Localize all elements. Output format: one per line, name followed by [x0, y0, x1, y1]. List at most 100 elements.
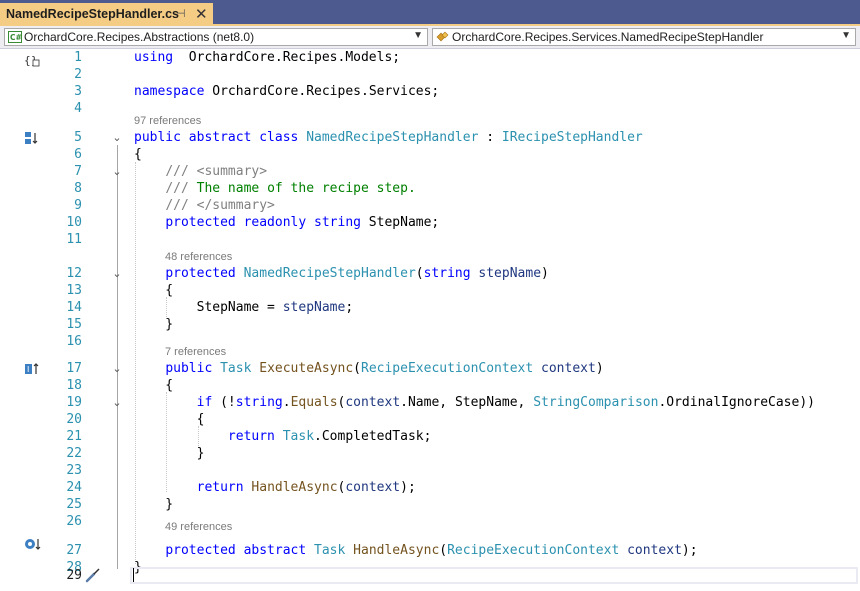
- code-token: The name of the recipe step.: [188, 181, 416, 196]
- fold-chevron-icon[interactable]: ⌄: [111, 394, 123, 411]
- code-line[interactable]: 1 using OrchardCore.Recipes.Models;: [0, 49, 860, 66]
- code-text: public Task ExecuteAsync(RecipeExecution…: [134, 360, 604, 377]
- code-line[interactable]: 19 ⌄ if (!string.Equals(context.Name, Ste…: [0, 394, 860, 411]
- code-editor[interactable]: { } I 97 r: [0, 49, 860, 591]
- code-line[interactable]: 22 }: [0, 445, 860, 462]
- code-line[interactable]: 14 StepName = stepName;: [0, 299, 860, 316]
- code-token: stepName: [282, 300, 346, 315]
- line-number: 10: [66, 215, 82, 230]
- code-line[interactable]: 18 {: [0, 377, 860, 394]
- pin-tab-icon[interactable]: ⊣: [176, 7, 186, 20]
- code-line[interactable]: 24 return HandleAsync(context);: [0, 479, 860, 496]
- code-line[interactable]: 15 }: [0, 316, 860, 333]
- code-line[interactable]: 6{: [0, 146, 860, 163]
- code-token: context: [541, 361, 596, 376]
- code-text: public abstract class NamedRecipeStepHan…: [134, 129, 643, 146]
- code-line[interactable]: 21 return Task.CompletedTask;: [0, 428, 860, 445]
- code-line[interactable]: 26: [0, 513, 860, 530]
- code-token: OrchardCore.Recipes.Models;: [173, 50, 401, 65]
- code-line[interactable]: 13 {: [0, 282, 860, 299]
- line-number: 15: [66, 317, 82, 332]
- code-line[interactable]: 7 ⌄ /// <summary>: [0, 163, 860, 180]
- code-token: .OrdinalIgnoreCase)): [658, 395, 815, 410]
- fold-chevron-icon[interactable]: ⌄: [111, 265, 123, 282]
- tab-title[interactable]: NamedRecipeStepHandler.cs: [6, 7, 179, 21]
- code-text: {: [134, 411, 205, 428]
- fold-chevron-icon[interactable]: ⌄: [111, 163, 123, 180]
- line-number: 8: [74, 181, 82, 196]
- code-line[interactable]: 23: [0, 462, 860, 479]
- code-token: {: [134, 412, 205, 427]
- code-token: .CompletedTask;: [314, 429, 432, 444]
- code-token: /// <summary>: [165, 164, 268, 179]
- code-line[interactable]: 9 /// </summary>: [0, 197, 860, 214]
- line-number: 11: [66, 232, 82, 247]
- code-token: ): [595, 361, 604, 376]
- code-line[interactable]: 25 }: [0, 496, 860, 513]
- code-token: }: [134, 446, 205, 461]
- code-token: /// </summary>: [165, 198, 275, 213]
- line-number: 14: [66, 300, 82, 315]
- line-number: 21: [66, 429, 82, 444]
- code-token: public: [165, 361, 213, 376]
- code-token: Equals: [290, 395, 338, 410]
- line-number: 24: [66, 480, 82, 495]
- code-text: }: [134, 316, 173, 333]
- code-line[interactable]: 17 ⌄ public Task ExecuteAsync(RecipeExecu…: [0, 360, 860, 377]
- code-text: protected abstract Task HandleAsync(Reci…: [134, 542, 697, 559]
- code-token: NamedRecipeStepHandler: [306, 130, 479, 145]
- line-number: 5: [74, 130, 82, 145]
- code-token: protected: [165, 266, 236, 281]
- code-lens-references[interactable]: 97 references: [134, 115, 201, 129]
- code-line[interactable]: 10 protected readonly string StepName;: [0, 214, 860, 231]
- code-line[interactable]: 16: [0, 333, 860, 350]
- code-line[interactable]: 5 ⌄ public abstract class NamedRecipeStepH…: [0, 129, 860, 146]
- code-token: {: [134, 147, 142, 162]
- code-token: context: [345, 395, 401, 410]
- line-number: 27: [66, 543, 82, 558]
- code-line[interactable]: 2: [0, 66, 860, 83]
- code-token: HandleAsync: [251, 480, 338, 495]
- code-line[interactable]: 11: [0, 231, 860, 248]
- code-text: if (!string.Equals(context.Name, StepNam…: [134, 394, 815, 411]
- code-token: (: [439, 543, 448, 558]
- code-line[interactable]: 12 ⌄ protected NamedRecipeStepHandler(str…: [0, 265, 860, 282]
- code-text: return Task.CompletedTask;: [134, 428, 432, 445]
- line-number: 13: [66, 283, 82, 298]
- document-tab[interactable]: NamedRecipeStepHandler.cs ⊣ ✕: [0, 3, 213, 24]
- code-line[interactable]: 4: [0, 100, 860, 117]
- code-token: return: [196, 480, 244, 495]
- line-number: 29: [66, 568, 82, 583]
- line-number: 9: [74, 198, 82, 213]
- code-lens-references[interactable]: 48 references: [165, 251, 232, 265]
- line-number: 19: [66, 395, 82, 410]
- code-token: NamedRecipeStepHandler: [243, 266, 416, 281]
- project-dropdown[interactable]: C# OrchardCore.Recipes.Abstractions (net…: [4, 28, 428, 46]
- code-line[interactable]: 3 namespace OrchardCore.Recipes.Services;: [0, 83, 860, 100]
- code-token: (: [353, 361, 361, 376]
- line-number: 2: [74, 67, 82, 82]
- code-token: protected abstract: [165, 543, 307, 558]
- fold-chevron-icon[interactable]: ⌄: [111, 360, 123, 377]
- close-tab-icon[interactable]: ✕: [195, 5, 208, 23]
- line-number: 25: [66, 497, 82, 512]
- code-token: if: [196, 395, 213, 410]
- code-token: public abstract class: [134, 130, 299, 145]
- type-dropdown[interactable]: OrchardCore.Recipes.Services.NamedRecipe…: [432, 28, 856, 46]
- code-line[interactable]: 20 {: [0, 411, 860, 428]
- code-text: namespace OrchardCore.Recipes.Services;: [134, 83, 439, 100]
- code-line[interactable]: 27 protected abstract Task HandleAsync(R…: [0, 542, 860, 559]
- code-line[interactable]: 8 /// The name of the recipe step.: [0, 180, 860, 197]
- fold-chevron-icon[interactable]: ⌄: [111, 129, 123, 146]
- line-number: 26: [66, 514, 82, 529]
- code-token: HandleAsync: [353, 543, 440, 558]
